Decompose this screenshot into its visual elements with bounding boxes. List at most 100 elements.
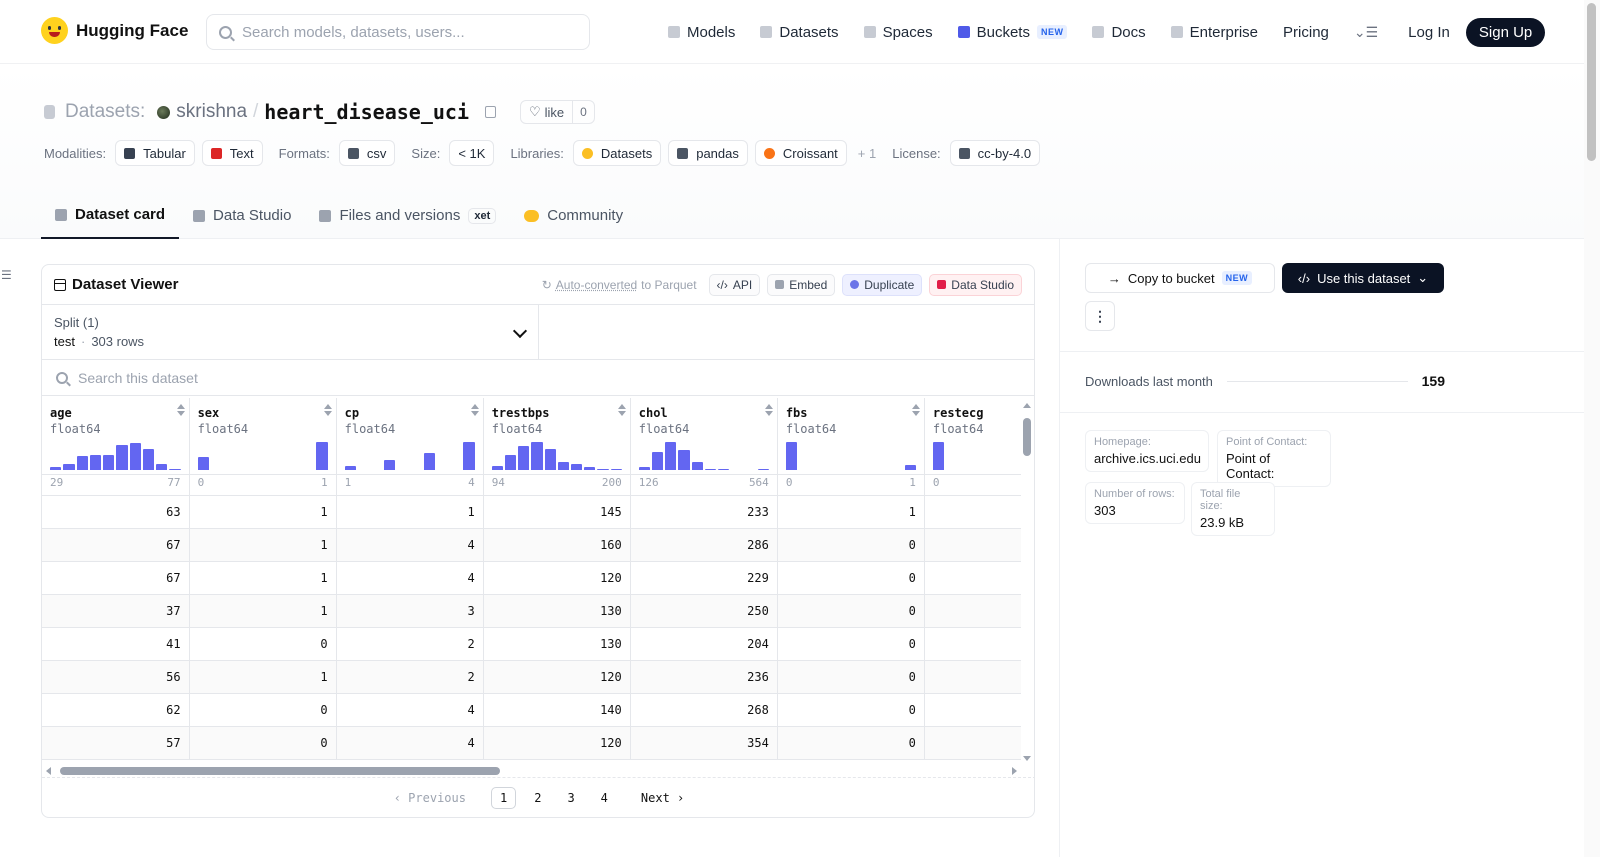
histogram-bar[interactable] — [384, 460, 396, 470]
histogram-bar[interactable] — [142, 449, 154, 470]
table-cell[interactable]: 130 — [483, 594, 631, 628]
next-page-button[interactable]: Next › — [633, 788, 692, 808]
table-cell[interactable]: 0 — [777, 693, 925, 727]
signup-button[interactable]: Sign Up — [1465, 17, 1546, 47]
tag-text[interactable]: Text — [201, 140, 263, 166]
table-cell[interactable]: 140 — [483, 693, 631, 727]
histogram-bar[interactable] — [197, 457, 209, 470]
like-count[interactable]: 0 — [573, 105, 594, 119]
histogram-bar[interactable] — [504, 454, 517, 470]
histogram-bar[interactable] — [344, 465, 356, 470]
owner-link[interactable]: skrishna — [176, 101, 247, 123]
tab-files[interactable]: Files and versions xet — [305, 192, 510, 239]
table-cell[interactable]: 4 — [336, 528, 484, 562]
table-cell[interactable]: 1 — [336, 495, 484, 529]
dataset-search-input[interactable] — [78, 369, 478, 386]
table-cell[interactable]: 67 — [42, 561, 190, 595]
more-libraries[interactable]: + 1 — [858, 146, 876, 161]
split-select[interactable]: Split (1) test · 303 rows — [42, 305, 539, 359]
scroll-down-icon[interactable] — [1023, 756, 1031, 761]
data-studio-button[interactable]: Data Studio — [929, 273, 1022, 296]
column-header-trestbps[interactable]: trestbps float64 94 200 — [483, 398, 631, 496]
tab-community[interactable]: Community — [510, 192, 637, 239]
table-cell[interactable]: 250 — [630, 594, 778, 628]
nav-datasets[interactable]: Datasets — [760, 24, 839, 41]
page-2-button[interactable]: 2 — [526, 788, 549, 808]
table-cell[interactable] — [924, 693, 1021, 727]
table-cell[interactable]: 1 — [189, 528, 337, 562]
histogram-bar[interactable] — [463, 442, 475, 470]
info-point-of-contact[interactable]: Point of Contact: Point of Contact: — [1217, 430, 1331, 487]
histogram-bar[interactable] — [531, 442, 543, 470]
nav-spaces[interactable]: Spaces — [863, 24, 933, 41]
table-cell[interactable]: 286 — [630, 528, 778, 562]
nav-pricing[interactable]: Pricing — [1283, 24, 1329, 41]
tag-datasets[interactable]: Datasets — [572, 140, 662, 166]
api-button[interactable]: ‹/› API — [708, 273, 761, 296]
table-cell[interactable]: 1 — [777, 495, 925, 529]
table-cell[interactable]: 160 — [483, 528, 631, 562]
table-cell[interactable]: 204 — [630, 627, 778, 661]
tag-license[interactable]: cc-by-4.0 — [949, 140, 1041, 166]
page-1-button[interactable]: 1 — [490, 786, 517, 809]
nav-enterprise[interactable]: Enterprise — [1170, 24, 1258, 41]
table-cell[interactable]: 268 — [630, 693, 778, 727]
copy-to-bucket-button[interactable]: → Copy to bucket NEW — [1085, 263, 1275, 293]
nav-models[interactable]: Models — [668, 24, 735, 41]
table-cell[interactable]: 67 — [42, 528, 190, 562]
histogram-bar[interactable] — [316, 442, 328, 470]
table-cell[interactable]: 3 — [336, 594, 484, 628]
column-header-restecg[interactable]: restecg float64 0 — [924, 398, 1021, 496]
toc-toggle-icon[interactable]: ☰ — [1, 268, 12, 282]
table-cell[interactable]: 57 — [42, 726, 190, 760]
table-cell[interactable] — [924, 561, 1021, 595]
page-scrollbar[interactable] — [1584, 0, 1600, 857]
column-header-cp[interactable]: cp float64 1 4 — [336, 398, 484, 496]
table-cell[interactable]: 233 — [630, 495, 778, 529]
histogram-bar[interactable] — [169, 468, 181, 470]
histogram-bar[interactable] — [651, 451, 664, 470]
histogram-bar[interactable] — [491, 465, 503, 470]
table-cell[interactable]: 37 — [42, 594, 190, 628]
viewer-search[interactable] — [42, 360, 1034, 396]
histogram-bar[interactable] — [557, 461, 569, 470]
scroll-right-icon[interactable] — [1012, 767, 1017, 775]
repo-name[interactable]: heart_disease_uci — [264, 100, 469, 124]
histogram-bar[interactable] — [50, 467, 62, 470]
histogram-bar[interactable] — [904, 464, 916, 470]
histogram-bar[interactable] — [156, 464, 168, 470]
table-cell[interactable]: 1 — [189, 660, 337, 694]
histogram-bar[interactable] — [638, 467, 650, 470]
tag-size[interactable]: < 1K — [449, 140, 495, 166]
table-cell[interactable]: 120 — [483, 561, 631, 595]
tag-croissant[interactable]: Croissant — [754, 140, 847, 166]
histogram-bar[interactable] — [518, 446, 530, 470]
table-cell[interactable]: 1 — [189, 594, 337, 628]
global-search-input[interactable] — [242, 23, 572, 41]
histogram-bar[interactable] — [89, 454, 101, 470]
use-this-dataset-button[interactable]: ‹/› Use this dataset ⌄ — [1282, 263, 1444, 293]
copy-icon[interactable] — [485, 106, 496, 118]
histogram-bar[interactable] — [570, 464, 583, 470]
global-search[interactable] — [206, 14, 590, 50]
horizontal-scrollbar[interactable] — [42, 765, 1021, 777]
tab-data-studio[interactable]: Data Studio — [179, 192, 305, 239]
histogram-bar[interactable] — [757, 469, 769, 470]
table-cell[interactable]: 63 — [42, 495, 190, 529]
histogram-bar[interactable] — [691, 461, 703, 470]
table-cell[interactable]: 4 — [336, 693, 484, 727]
nav-docs[interactable]: Docs — [1092, 24, 1146, 41]
table-cell[interactable]: 4 — [336, 726, 484, 760]
column-header-fbs[interactable]: fbs float64 0 1 — [777, 398, 925, 496]
column-header-chol[interactable]: chol float64 126 564 — [630, 398, 778, 496]
table-cell[interactable]: 1 — [189, 495, 337, 529]
histogram-bar[interactable] — [717, 468, 730, 470]
scroll-left-icon[interactable] — [46, 767, 51, 775]
histogram-bar[interactable] — [63, 464, 75, 470]
table-cell[interactable]: 0 — [189, 726, 337, 760]
table-cell[interactable]: 62 — [42, 693, 190, 727]
page-scroll-thumb[interactable] — [1587, 3, 1596, 161]
scroll-up-icon[interactable] — [1023, 403, 1031, 408]
more-menu-icon[interactable]: ⌄☰ — [1354, 24, 1378, 41]
table-cell[interactable]: 120 — [483, 660, 631, 694]
